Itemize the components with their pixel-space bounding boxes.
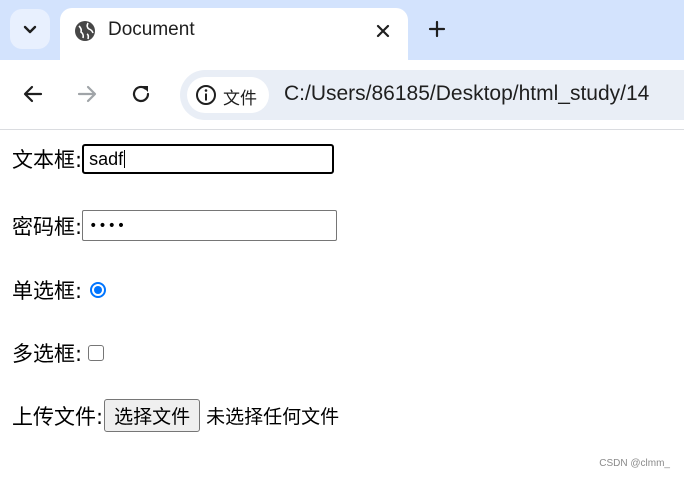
site-info-chip[interactable]: 文件 xyxy=(187,77,269,113)
url-text[interactable]: C:/Users/86185/Desktop/html_study/14 xyxy=(284,82,649,106)
globe-icon xyxy=(75,21,95,41)
page-content: 文本框: sadf 密码框: •••• 单选框: 多选框: 上传文件: 选择文件… xyxy=(0,130,684,477)
checkbox-label: 多选框: xyxy=(12,342,83,366)
tab-close-button[interactable] xyxy=(372,20,394,42)
checkbox-row: 多选框: xyxy=(12,338,105,368)
choose-file-button[interactable]: 选择文件 xyxy=(104,399,201,432)
text-input-value: sadf xyxy=(89,148,124,169)
reload-button[interactable] xyxy=(127,80,155,108)
tab-title: Document xyxy=(108,19,195,40)
radio-row: 单选框: xyxy=(12,275,107,305)
textbox-row: 文本框: sadf xyxy=(12,144,335,174)
radio-label: 单选框: xyxy=(12,279,83,303)
forward-arrow-icon xyxy=(77,85,97,103)
radio-selected-dot xyxy=(94,286,103,294)
forward-button[interactable] xyxy=(73,80,101,108)
back-button[interactable] xyxy=(19,80,47,108)
back-arrow-icon xyxy=(23,85,43,103)
checkbox[interactable] xyxy=(88,345,105,361)
file-upload-label: 上传文件: xyxy=(12,404,104,429)
chevron-down-icon xyxy=(23,25,37,34)
file-status-text: 未选择任何文件 xyxy=(206,406,340,428)
password-row: 密码框: •••• xyxy=(12,210,338,241)
tab-search-button[interactable] xyxy=(10,9,50,49)
new-tab-button[interactable] xyxy=(424,16,450,42)
password-masked-value: •••• xyxy=(89,217,127,234)
address-bar[interactable]: 文件 C:/Users/86185/Desktop/html_study/14 xyxy=(180,70,684,120)
radio-button[interactable] xyxy=(90,282,107,298)
info-icon xyxy=(196,85,216,105)
textbox-label: 文本框: xyxy=(12,148,83,172)
reload-icon xyxy=(132,85,150,103)
plus-icon xyxy=(428,20,446,38)
watermark: CSDN @clmm_ xyxy=(599,458,670,469)
browser-toolbar: 文件 C:/Users/86185/Desktop/html_study/14 xyxy=(0,60,684,129)
close-icon xyxy=(376,24,390,38)
password-input[interactable]: •••• xyxy=(82,210,338,241)
password-label: 密码框: xyxy=(12,214,83,239)
file-upload-row: 上传文件: 选择文件 未选择任何文件 xyxy=(12,399,339,432)
text-caret xyxy=(124,150,126,168)
text-input[interactable]: sadf xyxy=(82,144,335,174)
tab-strip: Document xyxy=(0,0,684,60)
site-chip-label: 文件 xyxy=(223,89,257,109)
tab-document[interactable]: Document xyxy=(60,8,408,60)
